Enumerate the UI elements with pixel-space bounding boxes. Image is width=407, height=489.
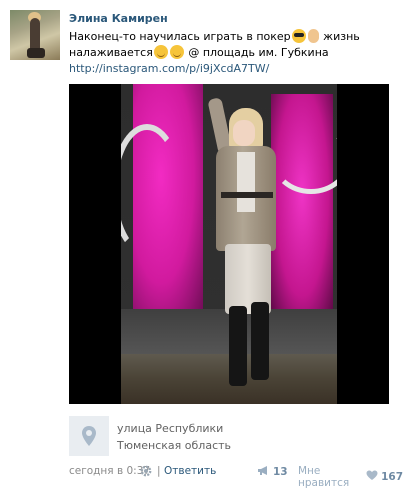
- post-footer: сегодня в 0:37 | Ответить 13 Мне нравитс…: [69, 465, 403, 489]
- post-text-part: Наконец-то научилась играть в покер: [69, 30, 291, 43]
- megaphone-icon: [257, 465, 270, 479]
- footer-separator: |: [157, 465, 161, 477]
- photo-scene: [121, 84, 337, 404]
- model-boot: [251, 302, 269, 380]
- share-count: 13: [273, 466, 288, 478]
- instagram-link[interactable]: http://instagram.com/p/i9jXcdA7TW/: [69, 62, 269, 75]
- location-street[interactable]: улица Республики: [117, 422, 223, 435]
- model-face: [233, 120, 255, 146]
- model-boot: [229, 306, 247, 386]
- post-text-part: жизнь: [319, 30, 360, 43]
- location-block[interactable]: улица Республики Тюменская область: [69, 416, 399, 456]
- ok-hand-emoji-icon: [307, 29, 319, 43]
- location-region: Тюменская область: [117, 439, 232, 452]
- sunglasses-emoji-icon: [291, 29, 306, 43]
- author-name-link[interactable]: Элина Камирен: [69, 12, 168, 25]
- post-timestamp[interactable]: сегодня в 0:37: [69, 465, 150, 477]
- like-count: 167: [381, 471, 403, 483]
- post-text-part: @ площадь им. Губкина: [184, 46, 329, 59]
- post-text-part: налаживается: [69, 46, 153, 59]
- post-text: Наконец-то научилась играть в покер жизн…: [69, 29, 399, 77]
- post-photo[interactable]: [69, 84, 389, 404]
- model-shirt: [237, 152, 255, 212]
- avatar-figure-bag: [27, 48, 45, 58]
- like-button[interactable]: Мне нравится 167: [298, 465, 403, 489]
- like-label: Мне нравится: [298, 465, 350, 489]
- heart-icon: [366, 470, 378, 484]
- reply-link[interactable]: Ответить: [164, 465, 216, 477]
- gear-icon[interactable]: [140, 465, 152, 477]
- winking-emoji-icon: [153, 45, 168, 59]
- model-belt: [221, 192, 273, 198]
- share-button[interactable]: 13: [257, 465, 288, 479]
- author-avatar[interactable]: [10, 10, 60, 60]
- smiling-emoji-icon: [169, 45, 184, 59]
- map-pin-icon[interactable]: [69, 416, 109, 456]
